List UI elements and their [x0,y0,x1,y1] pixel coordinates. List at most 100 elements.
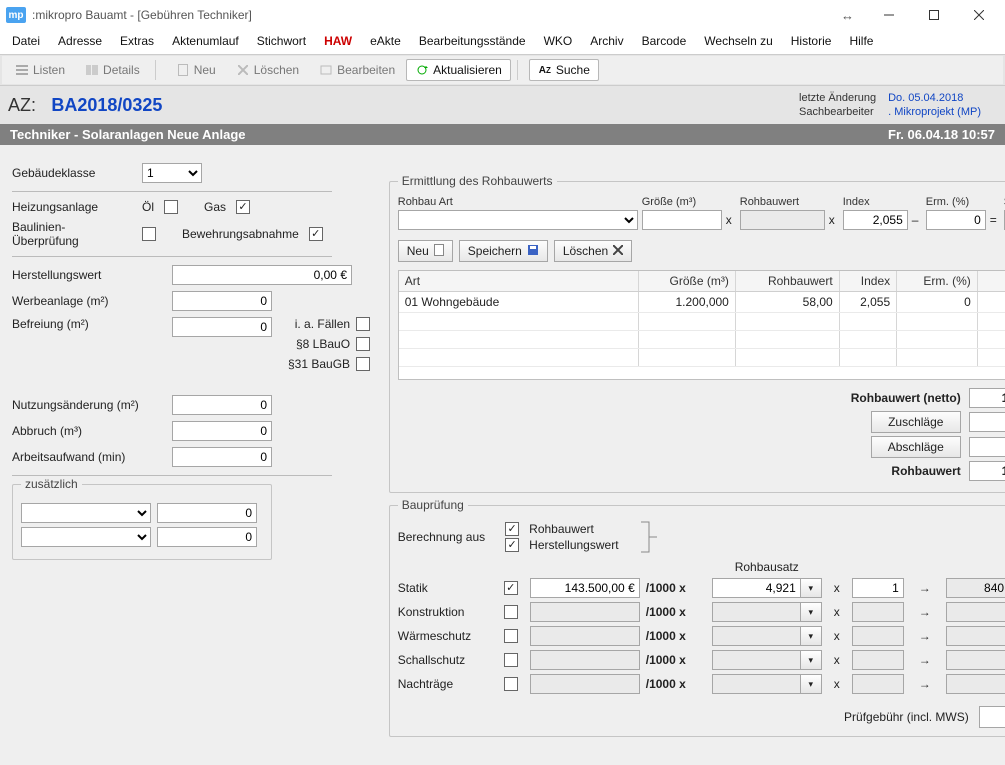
calc-rohbauwert-label: Rohbauwert [529,522,594,536]
col-erm[interactable]: Erm. (%) [897,271,978,292]
menu-stichwort[interactable]: Stichwort [257,34,306,48]
window-title: :mikropro Bauamt - [Gebühren Techniker] [32,8,252,22]
equals-symbol: = [990,213,1000,227]
col-groesse[interactable]: Größe (m³) [639,271,736,292]
menu-archiv[interactable]: Archiv [590,34,623,48]
menu-hilfe[interactable]: Hilfe [849,34,873,48]
zusaetzlich-1-select[interactable] [21,503,151,523]
menu-aktenumlauf[interactable]: Aktenumlauf [172,34,239,48]
table-row[interactable] [399,349,1005,367]
menu-wechseln-zu[interactable]: Wechseln zu [704,34,772,48]
menu-bar: Datei Adresse Extras Aktenumlauf Stichwo… [0,30,1005,54]
table-row[interactable]: 01 Wohngebäude 1.200,000 58,00 2,055 0 1… [399,292,1005,313]
col-art[interactable]: Art [399,271,639,292]
p31-baugb-checkbox[interactable] [356,357,370,371]
erm-input[interactable] [926,210,986,230]
nachtraege-rate-dropdown[interactable]: ▾ [800,674,822,694]
statik-mult-input[interactable] [852,578,904,598]
abbruch-input[interactable] [172,421,272,441]
abschlaege-button[interactable]: Abschläge [871,436,961,458]
konstruktion-rate-dropdown[interactable]: ▾ [800,602,822,622]
toolbar-details[interactable]: Details [76,59,149,81]
calc-rohbauwert-checkbox[interactable] [505,522,519,536]
nutzungsaenderung-input[interactable] [172,395,272,415]
gas-checkbox[interactable] [236,200,250,214]
toolbar-suche-label: Suche [556,63,590,77]
menu-historie[interactable]: Historie [791,34,832,48]
col-rohbauwert[interactable]: Rohbauwert [735,271,839,292]
index-input[interactable] [843,210,908,230]
zusaetzlich-2-input[interactable] [157,527,257,547]
mult-symbol: x [726,213,736,227]
menu-datei[interactable]: Datei [12,34,40,48]
zuschlaege-button[interactable]: Zuschläge [871,411,961,433]
toolbar-aktualisieren[interactable]: Aktualisieren [406,59,511,81]
herstellungswert-input[interactable] [172,265,352,285]
window-maximize-button[interactable] [911,1,956,29]
rohbau-loeschen-button[interactable]: Löschen [554,240,632,262]
az-value: BA2018/0325 [51,95,162,115]
bracket-icon [639,520,659,554]
new-file-icon [434,244,444,259]
waermeschutz-checkbox[interactable] [504,629,518,643]
statik-rate-dropdown[interactable]: ▾ [800,578,822,598]
refresh-icon [415,63,429,77]
schallschutz-rate-dropdown[interactable]: ▾ [800,650,822,670]
statik-checkbox[interactable] [504,581,518,595]
befreiung-label: Befreiung (m²) [12,317,162,331]
statik-base-input[interactable] [530,578,640,598]
werbeanlage-input[interactable] [172,291,272,311]
table-row[interactable] [399,313,1005,331]
rohbau-art-select[interactable] [398,210,638,230]
bewehrung-checkbox[interactable] [309,227,323,241]
toolbar-listen[interactable]: Listen [6,59,74,81]
schallschutz-label: Schallschutz [398,653,498,667]
search-sort-icon: AZ [538,63,552,77]
menu-haw[interactable]: HAW [324,34,352,48]
menu-wko[interactable]: WKO [544,34,573,48]
gebaeudeklasse-label: Gebäudeklasse [12,166,132,180]
befreiung-input[interactable] [172,317,272,337]
toolbar-loeschen[interactable]: Löschen [227,59,308,81]
ia-faellen-checkbox[interactable] [356,317,370,331]
toolbar-bearbeiten-label: Bearbeiten [337,63,395,77]
menu-adresse[interactable]: Adresse [58,34,102,48]
window-close-button[interactable] [956,1,1001,29]
meta-sachbearbeiter-label: Sachbearbeiter [799,106,886,118]
window-minimize-button[interactable] [866,1,911,29]
oel-checkbox[interactable] [164,200,178,214]
p8-lbauo-checkbox[interactable] [356,337,370,351]
col-summe[interactable]: Summe [977,271,1005,292]
rohbau-table[interactable]: Art Größe (m³) Rohbauwert Index Erm. (%)… [398,270,1005,380]
nachtraege-checkbox[interactable] [504,677,518,691]
arbeitsaufwand-input[interactable] [172,447,272,467]
pruefgebuehr-value: 840,33 € [979,706,1005,728]
waermeschutz-result [946,626,1005,646]
abbruch-label: Abbruch (m³) [12,424,162,438]
baulinien-checkbox[interactable] [142,227,156,241]
zusaetzlich-1-input[interactable] [157,503,257,523]
gebaeudeklasse-select[interactable]: 1 [142,163,202,183]
menu-extras[interactable]: Extras [120,34,154,48]
waermeschutz-mult-input [852,626,904,646]
menu-barcode[interactable]: Barcode [642,34,687,48]
konstruktion-checkbox[interactable] [504,605,518,619]
rohbau-speichern-button[interactable]: Speichern [459,240,548,262]
toolbar-neu[interactable]: Neu [167,59,225,81]
minus-symbol: – [912,213,922,227]
menu-bearbeitungsstaende[interactable]: Bearbeitungsstände [419,34,526,48]
col-index[interactable]: Index [839,271,896,292]
waermeschutz-rate-dropdown[interactable]: ▾ [800,626,822,646]
groesse-input[interactable] [642,210,722,230]
rohbau-neu-button[interactable]: Neu [398,240,453,262]
zusaetzlich-2-select[interactable] [21,527,151,547]
az-label: AZ: [8,95,36,115]
statik-rate-input[interactable] [712,578,800,598]
toolbar-bearbeiten[interactable]: Bearbeiten [310,59,404,81]
mult-symbol: x [828,653,846,667]
table-row[interactable] [399,331,1005,349]
menu-eakte[interactable]: eAkte [370,34,401,48]
calc-herstellungswert-checkbox[interactable] [505,538,519,552]
schallschutz-checkbox[interactable] [504,653,518,667]
toolbar-suche[interactable]: AZ Suche [529,59,599,81]
